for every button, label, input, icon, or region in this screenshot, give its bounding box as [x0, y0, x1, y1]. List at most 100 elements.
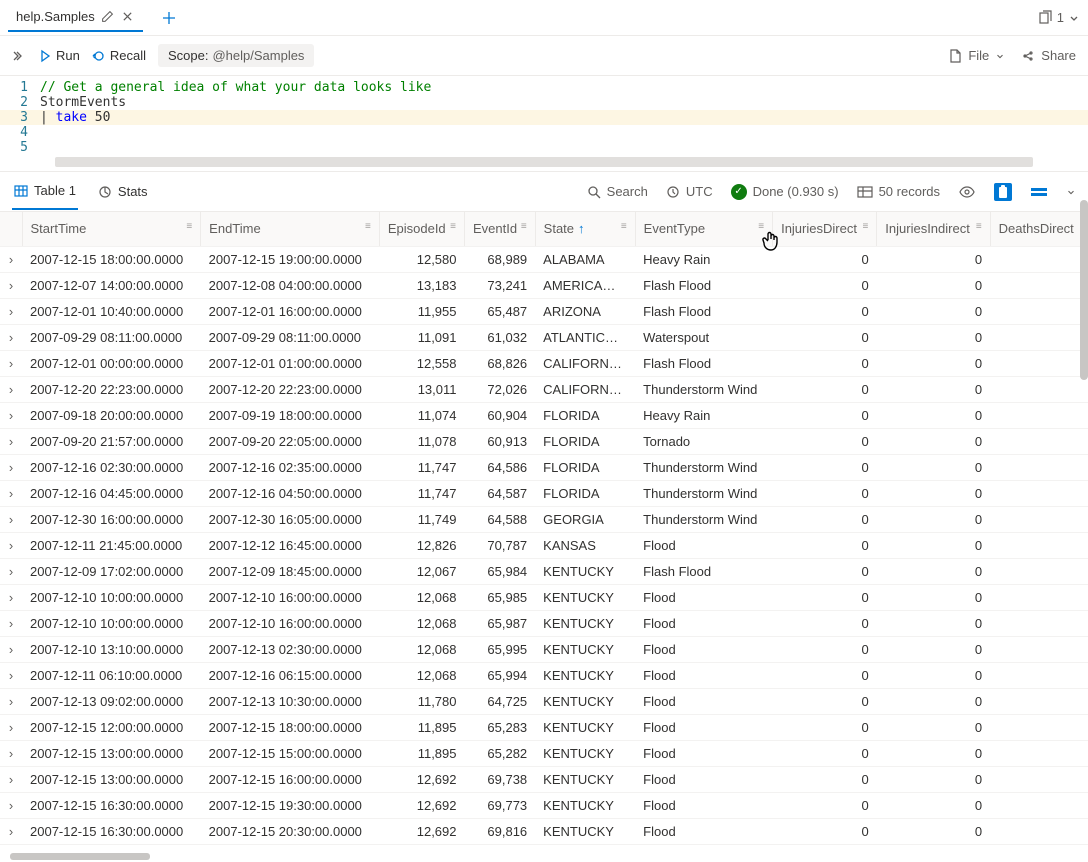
table-row[interactable]: ›2007-12-01 00:00:00.00002007-12-01 01:0…	[0, 350, 1088, 376]
table-row[interactable]: ›2007-12-15 18:00:00.00002007-12-15 19:0…	[0, 246, 1088, 272]
column-header-eventtype[interactable]: EventType≡	[635, 212, 772, 246]
table-row[interactable]: ›2007-12-01 10:40:00.00002007-12-01 16:0…	[0, 298, 1088, 324]
editor-line-content[interactable]	[40, 125, 1088, 140]
expand-row-icon[interactable]: ›	[0, 272, 22, 298]
table-row[interactable]: ›2007-12-15 16:30:00.00002007-12-15 20:3…	[0, 844, 1088, 846]
column-header-injuriesdirect[interactable]: InjuriesDirect≡	[773, 212, 877, 246]
column-header-endtime[interactable]: EndTime≡	[201, 212, 380, 246]
table-row[interactable]: ›2007-12-09 17:02:00.00002007-12-09 18:4…	[0, 558, 1088, 584]
share-button[interactable]: Share	[1021, 48, 1076, 63]
cell-state: KENTUCKY	[535, 688, 635, 714]
table-row[interactable]: ›2007-12-11 06:10:00.00002007-12-16 06:1…	[0, 662, 1088, 688]
expand-row-icon[interactable]: ›	[0, 298, 22, 324]
expand-row-icon[interactable]: ›	[0, 428, 22, 454]
run-button[interactable]: Run	[38, 48, 80, 63]
cell-episodeid: 11,074	[379, 402, 464, 428]
add-tab-button[interactable]	[155, 4, 183, 32]
expand-row-icon[interactable]: ›	[0, 324, 22, 350]
cell-eventtype: Flash Flood	[635, 350, 772, 376]
expand-row-icon[interactable]: ›	[0, 740, 22, 766]
results-table-container[interactable]: StartTime≡EndTime≡EpisodeId≡EventId≡Stat…	[0, 212, 1088, 846]
editor-line-content[interactable]: | take 50	[40, 110, 1088, 125]
expand-row-icon[interactable]: ›	[0, 454, 22, 480]
cell-episodeid: 11,747	[379, 454, 464, 480]
table-row[interactable]: ›2007-09-20 21:57:00.00002007-09-20 22:0…	[0, 428, 1088, 454]
cell-endtime: 2007-12-13 02:30:00.0000	[201, 636, 380, 662]
expand-row-icon[interactable]: ›	[0, 402, 22, 428]
expand-row-icon[interactable]: ›	[0, 714, 22, 740]
expand-row-icon[interactable]: ›	[0, 636, 22, 662]
table-row[interactable]: ›2007-12-15 13:00:00.00002007-12-15 16:0…	[0, 766, 1088, 792]
table-row[interactable]: ›2007-12-11 21:45:00.00002007-12-12 16:4…	[0, 532, 1088, 558]
query-editor[interactable]: 1// Get a general idea of what your data…	[0, 76, 1088, 172]
copy-icon[interactable]	[1037, 10, 1053, 26]
layout-icon[interactable]	[1030, 183, 1048, 201]
expand-row-icon[interactable]: ›	[0, 246, 22, 272]
expand-row-icon[interactable]: ›	[0, 350, 22, 376]
chevron-down-icon[interactable]	[1066, 187, 1076, 197]
expand-row-icon[interactable]: ›	[0, 584, 22, 610]
expand-row-icon[interactable]: ›	[0, 558, 22, 584]
editor-line-content[interactable]: // Get a general idea of what your data …	[40, 80, 1088, 95]
table-row[interactable]: ›2007-09-29 08:11:00.00002007-09-29 08:1…	[0, 324, 1088, 350]
table-row[interactable]: ›2007-12-10 13:10:00.00002007-12-13 02:3…	[0, 636, 1088, 662]
cell-state: KENTUCKY	[535, 766, 635, 792]
table-row[interactable]: ›2007-12-15 12:00:00.00002007-12-15 18:0…	[0, 714, 1088, 740]
column-header-injuriesindirect[interactable]: InjuriesIndirect≡	[877, 212, 990, 246]
recall-button[interactable]: Recall	[92, 48, 146, 63]
table-row[interactable]: ›2007-12-15 13:00:00.00002007-12-15 15:0…	[0, 740, 1088, 766]
table-row[interactable]: ›2007-12-16 02:30:00.00002007-12-16 02:3…	[0, 454, 1088, 480]
file-button[interactable]: File	[948, 48, 1005, 63]
expand-row-icon[interactable]: ›	[0, 662, 22, 688]
horizontal-scrollbar[interactable]	[10, 853, 150, 860]
expand-row-icon[interactable]: ›	[0, 688, 22, 714]
cell-starttime: 2007-12-01 00:00:00.0000	[22, 350, 201, 376]
table-row[interactable]: ›2007-12-10 10:00:00.00002007-12-10 16:0…	[0, 584, 1088, 610]
editor-line-content[interactable]	[40, 140, 1088, 155]
column-header-state[interactable]: State↑≡	[535, 212, 635, 246]
clipboard-icon[interactable]	[994, 183, 1012, 201]
expand-row-icon[interactable]: ›	[0, 532, 22, 558]
column-header-episodeid[interactable]: EpisodeId≡	[379, 212, 464, 246]
close-icon[interactable]	[121, 10, 135, 24]
expand-row-icon[interactable]: ›	[0, 818, 22, 844]
expand-row-icon[interactable]: ›	[0, 376, 22, 402]
cell-deathsdirect	[990, 480, 1087, 506]
editor-scrollbar[interactable]	[55, 157, 1033, 167]
eye-icon[interactable]	[958, 183, 976, 201]
cell-state: KENTUCKY	[535, 792, 635, 818]
scope-selector[interactable]: Scope: @help/Samples	[158, 44, 314, 67]
column-header-eventid[interactable]: EventId≡	[465, 212, 536, 246]
chevron-down-icon[interactable]	[1068, 12, 1080, 24]
search-button[interactable]: Search	[587, 184, 648, 199]
table-tab[interactable]: Table 1	[12, 173, 78, 210]
table-row[interactable]: ›2007-12-15 16:30:00.00002007-12-15 19:3…	[0, 792, 1088, 818]
cell-eventtype: Heavy Rain	[635, 402, 772, 428]
column-header-starttime[interactable]: StartTime≡	[22, 212, 201, 246]
utc-button[interactable]: UTC	[666, 184, 713, 199]
table-row[interactable]: ›2007-09-18 20:00:00.00002007-09-19 18:0…	[0, 402, 1088, 428]
table-row[interactable]: ›2007-12-13 09:02:00.00002007-12-13 10:3…	[0, 688, 1088, 714]
edit-icon[interactable]	[101, 10, 115, 24]
expand-row-icon[interactable]: ›	[0, 480, 22, 506]
expand-row-icon[interactable]: ›	[0, 766, 22, 792]
cell-eventtype: Flood	[635, 766, 772, 792]
table-row[interactable]: ›2007-12-20 22:23:00.00002007-12-20 22:2…	[0, 376, 1088, 402]
expand-row-icon[interactable]: ›	[0, 506, 22, 532]
stats-tab[interactable]: Stats	[96, 174, 150, 209]
expand-row-icon[interactable]: ›	[0, 844, 22, 846]
expand-row-icon[interactable]: ›	[0, 610, 22, 636]
column-header-deathsdirect[interactable]: DeathsDirect	[990, 212, 1087, 246]
table-row[interactable]: ›2007-12-16 04:45:00.00002007-12-16 04:5…	[0, 480, 1088, 506]
table-row[interactable]: ›2007-12-10 10:00:00.00002007-12-10 16:0…	[0, 610, 1088, 636]
results-header: Table 1 Stats Search UTC ✓ Done (0.930 s…	[0, 172, 1088, 212]
table-row[interactable]: ›2007-12-07 14:00:00.00002007-12-08 04:0…	[0, 272, 1088, 298]
expand-row-icon[interactable]: ›	[0, 792, 22, 818]
expand-icon[interactable]	[12, 49, 26, 63]
table-row[interactable]: ›2007-12-15 16:30:00.00002007-12-15 20:3…	[0, 818, 1088, 844]
tab-active[interactable]: help.Samples	[8, 3, 143, 32]
vertical-scrollbar[interactable]	[1080, 200, 1088, 600]
search-label: Search	[607, 184, 648, 199]
editor-line-content[interactable]: StormEvents	[40, 95, 1088, 110]
table-row[interactable]: ›2007-12-30 16:00:00.00002007-12-30 16:0…	[0, 506, 1088, 532]
